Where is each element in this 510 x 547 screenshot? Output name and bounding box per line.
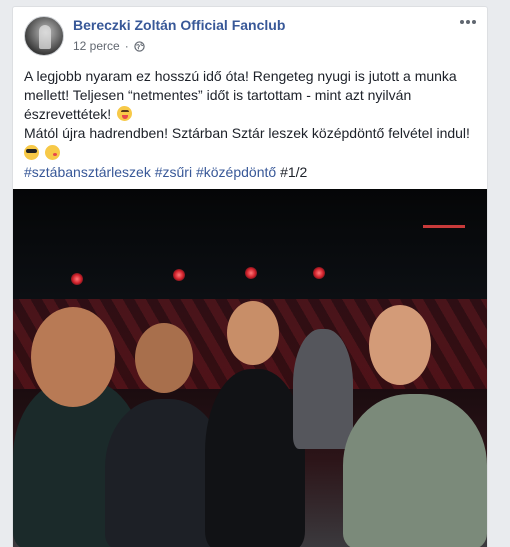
hashtag-link[interactable]: #zsűri (155, 164, 192, 180)
person-head (227, 301, 279, 365)
post-paragraph-emojis (24, 144, 476, 163)
post-paragraph-2: Mától újra hadrendben! Sztárban Sztár le… (24, 124, 476, 143)
more-options-icon[interactable] (457, 15, 479, 29)
stage-light (313, 267, 325, 279)
hashtag-line: #sztábansztárleszek #zsűri #középdöntő #… (24, 163, 476, 182)
photo-counter: #1/2 (280, 164, 308, 180)
stage-light (173, 269, 185, 281)
sunglasses-emoji (24, 145, 39, 160)
page-name-link[interactable]: Bereczki Zoltán Official Fanclub (73, 17, 285, 33)
hashtag-link[interactable]: #sztábansztárleszek (24, 164, 151, 180)
post-text-line-2: Mától újra hadrendben! Sztárban Sztár le… (24, 125, 470, 141)
dot-separator: · (124, 39, 129, 53)
post-meta: 12 perce · (73, 39, 145, 53)
kissing-face-emoji (44, 145, 60, 160)
globe-icon[interactable] (134, 40, 145, 52)
avatar-figure (39, 25, 51, 49)
post-text-line-1: A legjobb nyaram ez hosszú idő óta! Reng… (24, 68, 457, 122)
page-avatar[interactable] (24, 16, 64, 56)
post-photo[interactable] (13, 189, 487, 547)
person-head (369, 305, 431, 385)
stage-light (245, 267, 257, 279)
post-paragraph-1: A legjobb nyaram ez hosszú idő óta! Reng… (24, 67, 476, 124)
post-text: A legjobb nyaram ez hosszú idő óta! Reng… (13, 67, 487, 182)
stage-light (71, 273, 83, 285)
timestamp-link[interactable]: 12 perce (73, 39, 120, 53)
person-silhouette (343, 394, 487, 547)
person-silhouette (293, 329, 353, 449)
face-with-tongue-emoji (117, 106, 133, 121)
post-card: Bereczki Zoltán Official Fanclub 12 perc… (12, 6, 488, 547)
person-head (31, 307, 115, 407)
post-header: Bereczki Zoltán Official Fanclub 12 perc… (13, 7, 487, 63)
hashtag-link[interactable]: #középdöntő (196, 164, 276, 180)
stage-light-strip (423, 225, 465, 228)
person-head (135, 323, 193, 393)
person-silhouette (205, 369, 305, 547)
